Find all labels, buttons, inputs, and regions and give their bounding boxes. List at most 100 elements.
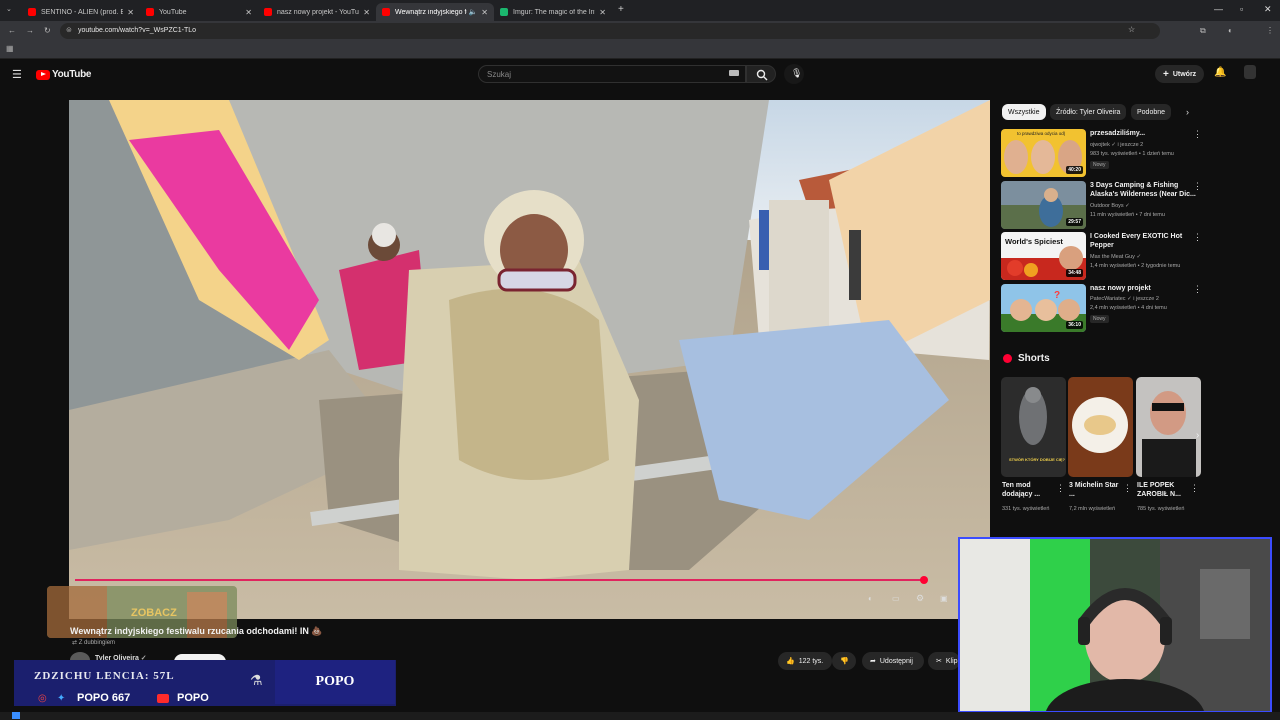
recommendation-title[interactable]: 3 Days Camping & Fishing Alaska's Wilder… xyxy=(1090,181,1196,199)
short-views: 7,2 mln wyświetleń xyxy=(1069,506,1116,512)
short-thumbnail[interactable] xyxy=(1136,377,1201,477)
more-options-icon[interactable]: ⋮ xyxy=(1193,284,1202,295)
twitter-icon: ✦ xyxy=(57,693,66,704)
close-icon[interactable]: ✕ xyxy=(481,8,488,17)
video-thumbnail[interactable]: ? 36:10 xyxy=(1001,284,1086,332)
recommendation-title[interactable]: I Cooked Every EXOTIC Hot Pepper xyxy=(1090,232,1196,250)
chip-from-channel[interactable]: Źródło: Tyler Oliveira xyxy=(1050,104,1127,120)
recommendation-channel[interactable]: Outdoor Boys ✓ xyxy=(1090,203,1130,209)
video-progress-bar[interactable] xyxy=(75,579,924,581)
youtube-favicon-icon xyxy=(146,8,154,16)
recommendation-channel[interactable]: Max the Meat Guy ✓ xyxy=(1090,254,1141,260)
more-options-icon[interactable]: ⋮ xyxy=(1056,483,1065,494)
dislike-button[interactable]: 👎 xyxy=(832,652,856,670)
keyboard-icon[interactable] xyxy=(729,70,739,76)
plus-icon: + xyxy=(1163,68,1169,80)
more-options-icon[interactable]: ⋮ xyxy=(1123,483,1132,494)
browser-tab[interactable]: nasz nowy projekt - YouTube ✕ xyxy=(258,3,376,21)
chip-related[interactable]: Podobne xyxy=(1131,104,1172,120)
back-arrow-icon[interactable]: ← xyxy=(8,26,16,35)
taskbar xyxy=(0,712,1280,720)
recommendation-item[interactable]: World's Spiciest 34:48 I Cooked Every EX… xyxy=(1001,232,1206,280)
short-thumbnail[interactable] xyxy=(1068,377,1133,477)
recommendation-title[interactable]: nasz nowy projekt xyxy=(1090,284,1196,293)
browser-tab[interactable]: SENTINO - ALIEN (prod. Beatha ✕ xyxy=(22,3,140,21)
recommendation-channel[interactable]: ojwojtek ✓ i jeszcze 2 xyxy=(1090,142,1143,148)
extensions-icon[interactable]: ⧉ xyxy=(1200,26,1206,36)
window-close-icon[interactable]: ✕ xyxy=(1264,4,1272,15)
new-badge: Nowy xyxy=(1090,315,1109,323)
browser-tab[interactable]: Imgur: The magic of the Interne ✕ xyxy=(494,3,612,21)
short-title[interactable]: 3 Michelin Star ... xyxy=(1069,481,1124,499)
logo-text: YouTube xyxy=(52,69,92,80)
close-icon[interactable]: ✕ xyxy=(127,8,134,17)
autoplay-toggle-icon[interactable]: ◐ xyxy=(868,594,873,603)
search-input[interactable]: Szukaj xyxy=(478,65,746,83)
short-title[interactable]: ILE POPEK ZAROBIŁ N... xyxy=(1137,481,1192,499)
url-bar[interactable]: ⊜ youtube.com/watch?v=_WsPZC1-TLo ☆ xyxy=(60,23,1160,39)
create-button[interactable]: + Utwórz xyxy=(1155,65,1205,83)
minimize-icon[interactable]: — xyxy=(1214,4,1223,14)
short-views: 785 tys. wyświetleń xyxy=(1137,506,1185,512)
settings-gear-icon[interactable]: ⚙ xyxy=(916,593,924,604)
recommendation-item[interactable]: ? 36:10 nasz nowy projekt PatecWariatec … xyxy=(1001,284,1206,332)
close-icon[interactable]: ✕ xyxy=(245,8,252,17)
channel-label: ojwojtek xyxy=(1090,142,1110,148)
youtube-logo[interactable]: YouTube xyxy=(36,69,92,80)
forward-arrow-icon[interactable]: → xyxy=(26,26,34,35)
more-options-icon[interactable]: ⋮ xyxy=(1193,181,1202,192)
maximize-icon[interactable]: ▫ xyxy=(1240,4,1243,14)
new-tab-plus-icon[interactable]: + xyxy=(618,4,624,15)
hamburger-menu-icon[interactable]: ☰ xyxy=(12,68,22,81)
subtitles-icon[interactable]: ▭ xyxy=(892,594,900,603)
miniplayer-icon[interactable]: ▣ xyxy=(940,594,948,603)
browser-tab[interactable]: YouTube ✕ xyxy=(140,3,258,21)
clip-button[interactable]: ✂ Klip xyxy=(928,652,960,670)
question-mark-icon: ? xyxy=(1054,290,1060,301)
short-image xyxy=(1136,377,1201,477)
video-thumbnail[interactable]: World's Spiciest 34:48 xyxy=(1001,232,1086,280)
close-icon[interactable]: ✕ xyxy=(363,8,370,17)
notifications-bell-icon[interactable]: 🔔 xyxy=(1214,67,1226,78)
video-thumbnail[interactable]: 29:57 xyxy=(1001,181,1086,229)
address-toolbar: ← → ↻ ⊜ youtube.com/watch?v=_WsPZC1-TLo … xyxy=(0,21,1280,41)
thumbnail-caption: World's Spiciest xyxy=(1005,237,1063,246)
recommendation-item[interactable]: 29:57 3 Days Camping & Fishing Alaska's … xyxy=(1001,181,1206,229)
channel-label: PatecWariatec xyxy=(1090,296,1126,302)
more-options-icon[interactable]: ⋮ xyxy=(1193,232,1202,243)
search-button[interactable] xyxy=(746,65,776,83)
close-icon[interactable]: ✕ xyxy=(599,8,606,17)
recommendation-item[interactable]: to prawdziwa odycia od) 40:20 przesadzil… xyxy=(1001,129,1206,177)
site-info-icon[interactable]: ⊜ xyxy=(66,26,72,34)
avatar[interactable] xyxy=(1244,65,1256,79)
short-thumbnail[interactable]: STWÓR KTÓRY DOBIJE CIĘ? xyxy=(1001,377,1066,477)
speaker-icon[interactable]: 🔈 xyxy=(469,8,478,16)
reload-icon[interactable]: ↻ xyxy=(44,26,51,35)
short-title[interactable]: Ten mod dodający ... xyxy=(1002,481,1057,499)
tab-search-icon[interactable]: ⌄ xyxy=(6,5,12,13)
recommendation-channel[interactable]: PatecWariatec ✓ i jeszcze 2 xyxy=(1090,296,1159,302)
voice-search-button[interactable]: 🎙 xyxy=(784,64,804,84)
chip-all[interactable]: Wszystkie xyxy=(1002,104,1046,120)
bookmark-star-icon[interactable]: ☆ xyxy=(1128,25,1135,34)
video-thumbnail[interactable]: to prawdziwa odycia od) 40:20 xyxy=(1001,129,1086,177)
recommendation-title[interactable]: przesadziliśmy... xyxy=(1090,129,1196,138)
progress-scrubber-handle[interactable] xyxy=(920,576,928,584)
youtube-social-icon xyxy=(157,694,169,703)
browser-tab-active[interactable]: Wewnątrz indyjskiego festi 🔈 ✕ xyxy=(376,3,494,21)
more-options-icon[interactable]: ⋮ xyxy=(1193,129,1202,140)
donation-ticker: ZDZICHU LENCIA: 57L xyxy=(34,670,175,682)
start-menu-icon[interactable] xyxy=(12,712,20,719)
chevron-right-icon[interactable]: › xyxy=(1186,107,1189,117)
apps-grid-icon[interactable]: ▦ xyxy=(6,44,14,53)
shorts-next-chevron-icon[interactable]: › xyxy=(1196,430,1199,441)
more-options-icon[interactable]: ⋮ xyxy=(1190,483,1199,494)
webcam-overlay xyxy=(958,537,1272,713)
browser-menu-icon[interactable]: ⋮ xyxy=(1266,26,1274,35)
like-button[interactable]: 👍 122 tys. xyxy=(778,652,832,670)
video-player[interactable] xyxy=(69,100,990,619)
share-button[interactable]: ➦ Udostępnij xyxy=(862,652,924,670)
profile-icon[interactable]: ◐ xyxy=(1228,26,1233,35)
recommendation-meta: 2,4 mln wyświetleń • 4 dni temu xyxy=(1090,305,1167,311)
chip-label: Podobne xyxy=(1137,108,1166,116)
